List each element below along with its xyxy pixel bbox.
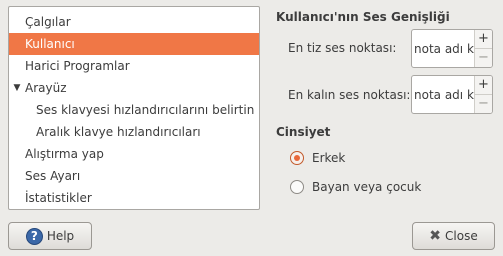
help-button[interactable]: ? Help [8,222,92,250]
decrement-icon[interactable]: − [475,94,492,112]
tree-item-label: Alıştırma yap [25,147,104,161]
lowest-note-label: En tiz ses noktası: [288,41,397,55]
tree-item-practise[interactable]: Alıştırma yap [9,143,259,165]
tree-item-note-shortcuts[interactable]: Ses klavyesi hızlandırıcılarını belirtin [9,99,259,121]
highest-note-input[interactable] [412,76,474,113]
radio-checked-icon[interactable] [290,151,304,165]
tree-item-label: Ses Ayarı [25,169,81,183]
lowest-note-spin-buttons: + − [474,30,492,67]
lowest-note-input[interactable] [412,30,474,67]
tree-item-label: Harici Programlar [25,59,130,73]
tree-item-interval-shortcuts[interactable]: Aralık klavye hızlandırıcıları [9,121,259,143]
tree-item-label: Ses klavyesi hızlandırıcılarını belirtin [36,103,255,117]
highest-note-spinbox[interactable]: + − [411,75,493,114]
tree-item-interface[interactable]: ▼ Arayüz [9,77,259,99]
tree-item-label: Çalgılar [25,15,71,29]
close-button[interactable]: ✖ Close [412,222,495,250]
expander-down-icon[interactable]: ▼ [11,77,23,99]
radio-unchecked-icon[interactable] [290,180,304,194]
decrement-icon[interactable]: − [475,48,492,66]
range-section-title: Kullanıcı'nın Ses Genişliği [276,10,450,24]
increment-icon[interactable]: + [475,76,492,94]
tree-item-user[interactable]: Kullanıcı [9,33,259,55]
tree-item-sound-setup[interactable]: Ses Ayarı [9,165,259,187]
close-button-label: Close [445,229,478,243]
category-tree[interactable]: Çalgılar Kullanıcı Harici Programlar ▼ A… [8,6,260,210]
close-icon: ✖ [429,228,442,244]
gender-option-label: Bayan veya çocuk [312,180,422,194]
highest-note-label: En kalın ses noktası: [288,88,411,102]
tree-item-external-programs[interactable]: Harici Programlar [9,55,259,77]
help-button-label: Help [46,229,75,243]
lowest-note-spinbox[interactable]: + − [411,29,493,68]
highest-note-spin-buttons: + − [474,76,492,113]
tree-item-label: Aralık klavye hızlandırıcıları [36,125,201,139]
tree-item-label: İstatistikler [25,191,92,205]
help-icon: ? [25,227,43,245]
gender-section-title: Cinsiyet [276,125,331,139]
tree-item-statistics[interactable]: İstatistikler [9,187,259,209]
tree-item-instruments[interactable]: Çalgılar [9,11,259,33]
gender-option-label: Erkek [312,151,346,165]
increment-icon[interactable]: + [475,30,492,48]
tree-item-label: Arayüz [25,81,67,95]
tree-item-label: Kullanıcı [25,37,75,51]
